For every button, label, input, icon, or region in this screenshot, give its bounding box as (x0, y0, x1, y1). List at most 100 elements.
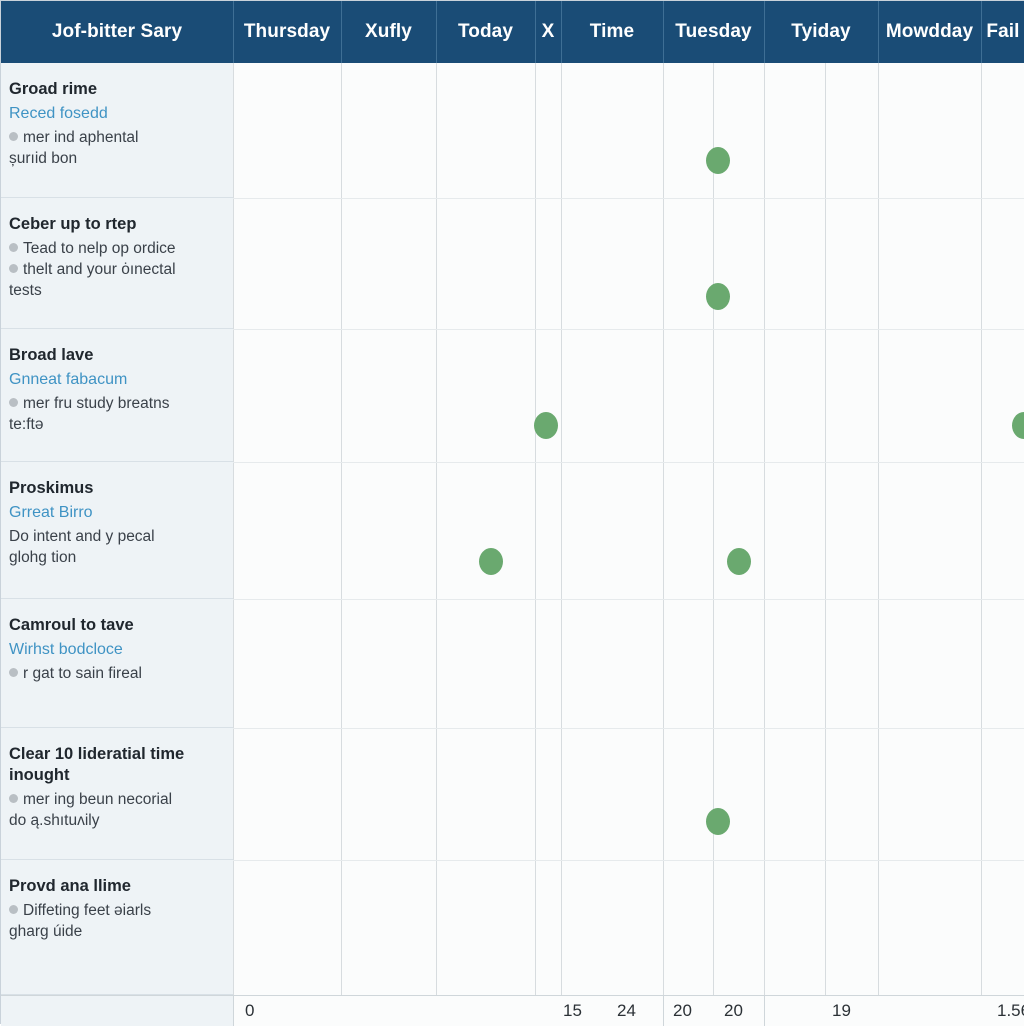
grid-column-line (981, 63, 982, 995)
summary-value: 0 (245, 1001, 255, 1020)
row-detail-text: r gat to sain fireal (23, 664, 142, 682)
row-title: Ceber up to rtep (9, 215, 137, 233)
grid-row-line (233, 462, 1024, 463)
row-detail-line: do ą.shıtuʌily (9, 811, 221, 832)
row-detail-line: tests (9, 281, 221, 302)
bullet-icon (9, 243, 18, 253)
row-detail-line: glohg tion (9, 548, 221, 569)
row-detail-line: Tead to nelp op ordice (9, 239, 221, 260)
grid-column-line (713, 63, 714, 995)
bullet-icon (9, 397, 18, 407)
column-header-7[interactable]: Tyiday (764, 1, 878, 63)
grid-column-line (561, 63, 562, 995)
table-row[interactable]: Camroul to tave Wirhst bodcloce r gat to s… (1, 599, 233, 728)
grid-row-line (233, 860, 1024, 861)
column-header-4[interactable]: X (535, 1, 561, 63)
row-detail-text: thelt and your ȯınectal (23, 260, 176, 278)
row-detail-text: tests (9, 281, 42, 299)
marker-grid (233, 63, 1024, 1025)
row-title: Camroul to tave (9, 616, 134, 634)
table-row[interactable]: Clear 10 lideratial time inought mer ing … (1, 728, 233, 860)
grid-row-line (233, 198, 1024, 199)
row-subtitle-link[interactable]: Grreat Birro (9, 503, 221, 524)
row-title: Broad lave (9, 346, 94, 364)
header-separator (878, 1, 879, 63)
summary-separator (764, 996, 765, 1026)
row-subtitle-link[interactable]: Wirhst bodcloce (9, 640, 221, 661)
bullet-icon (9, 905, 18, 915)
grid-column-line (764, 63, 765, 995)
bullet-icon (9, 794, 18, 804)
grid-row-line (233, 599, 1024, 600)
status-dot-marker[interactable] (706, 283, 730, 310)
row-detail-line: șurıid bon (9, 149, 221, 170)
row-detail-text: te:ftǝ (9, 415, 44, 433)
row-title: Proskimus (9, 479, 94, 497)
row-detail-line: gharg úide (9, 922, 221, 943)
column-header-5[interactable]: Time (561, 1, 663, 63)
grid-column-line (535, 63, 536, 995)
column-header-2[interactable]: Xufly (341, 1, 436, 63)
column-header-0[interactable]: Jof-bitter Sary (1, 1, 233, 63)
summary-separator (663, 996, 664, 1026)
summary-row: 0 15 24 20 20 19 1.56 (233, 995, 1024, 1026)
summary-value: 24 (617, 1001, 636, 1020)
row-detail-line: Diffeting feet ǝiarls (9, 901, 221, 922)
header-separator (561, 1, 562, 63)
grid-column-line (825, 63, 826, 995)
summary-value: 1.56 (997, 1001, 1024, 1020)
summary-row-label-cell (1, 995, 233, 1026)
grid-column-line (436, 63, 437, 995)
row-detail-text: Tead to nelp op ordice (23, 240, 176, 258)
row-detail-text: gharg úide (9, 922, 83, 940)
row-detail-line: mer ing beun necorial (9, 790, 221, 811)
status-dot-marker[interactable] (534, 412, 558, 439)
header-separator (436, 1, 437, 63)
status-dot-marker[interactable] (479, 548, 503, 575)
status-dot-marker[interactable] (1012, 412, 1024, 439)
table-row[interactable]: Groad rime Reced fosedd mer ind aphental șu… (1, 63, 233, 198)
column-header-6[interactable]: Tuesday (663, 1, 764, 63)
header-separator (764, 1, 765, 63)
bullet-icon (9, 263, 18, 273)
column-header-1[interactable]: Thursday (233, 1, 341, 63)
header-separator (233, 1, 234, 63)
row-detail-text: mer ind aphental (23, 128, 139, 146)
row-detail-text: mer fru study breatns (23, 394, 170, 412)
grid-column-line (663, 63, 664, 995)
table-row[interactable]: Ceber up to rtep Tead to nelp op ordice th… (1, 198, 233, 329)
row-title: Provd ana llime (9, 877, 131, 895)
summary-value: 15 (563, 1001, 582, 1020)
column-header-8[interactable]: Mowdday (878, 1, 981, 63)
grid-row-line (233, 728, 1024, 729)
task-label-column: Groad rime Reced fosedd mer ind aphental șu… (1, 63, 233, 1025)
grid-column-line (233, 63, 234, 995)
summary-value: 20 (673, 1001, 692, 1020)
column-header-3[interactable]: Today (436, 1, 535, 63)
row-detail-text: do ą.shıtuʌily (9, 811, 100, 829)
summary-value: 19 (832, 1001, 851, 1020)
row-subtitle-link[interactable]: Reced fosedd (9, 104, 221, 125)
row-detail-line: r gat to sain fireal (9, 664, 221, 685)
data-matrix-table: Jof-bitter Sary Thursday Xufly Today X Time Tu… (0, 0, 1024, 1026)
summary-separator (233, 996, 234, 1026)
table-row[interactable]: Provd ana llime Diffeting feet ǝiarls ghar… (1, 860, 233, 995)
status-dot-marker[interactable] (706, 147, 730, 174)
table-row[interactable]: Broad lave Gnneat fabacum mer fru study br… (1, 329, 233, 462)
table-header-row: Jof-bitter Sary Thursday Xufly Today X Time Tu… (1, 1, 1024, 63)
status-dot-marker[interactable] (706, 808, 730, 835)
row-detail-line: te:ftǝ (9, 415, 221, 436)
status-dot-marker[interactable] (727, 548, 751, 575)
row-detail-line: mer fru study breatns (9, 394, 221, 415)
row-detail-text: Do intent and y pecal (9, 527, 155, 545)
row-detail-text: mer ing beun necorial (23, 791, 173, 809)
row-detail-line: thelt and your ȯınectal (9, 260, 221, 281)
header-separator (341, 1, 342, 63)
grid-column-line (878, 63, 879, 995)
row-detail-text: șurıid bon (9, 149, 78, 167)
column-header-9[interactable]: Fail (981, 1, 1024, 63)
row-detail-text: Diffeting feet ǝiarls (23, 902, 152, 920)
header-separator (981, 1, 982, 63)
row-subtitle-link[interactable]: Gnneat fabacum (9, 370, 221, 391)
table-row[interactable]: Proskimus Grreat Birro Do intent and y pec… (1, 462, 233, 599)
